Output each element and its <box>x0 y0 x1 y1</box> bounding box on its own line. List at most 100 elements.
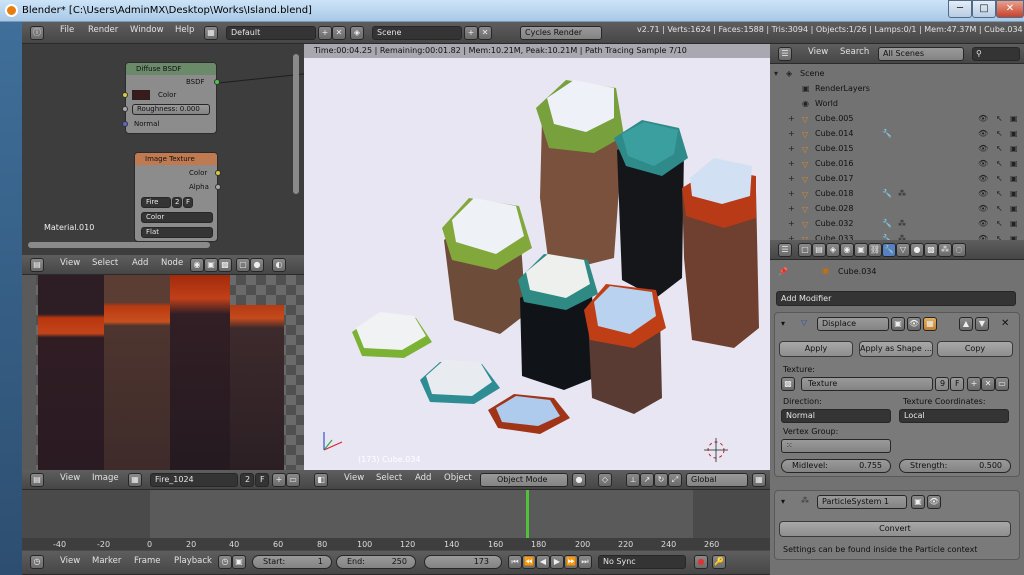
outliner-row-object[interactable]: + ▽ Cube.014 🔧 👁 ↖ ▣ <box>770 126 1024 141</box>
outliner-row-object[interactable]: + ▽ Cube.032 🔧 ⁂ 👁 ↖ ▣ <box>770 216 1024 231</box>
world-icon[interactable]: ● <box>250 258 264 272</box>
texture-new-icon[interactable]: + <box>967 377 981 391</box>
constraints-tab-icon[interactable]: ⛓ <box>868 243 882 257</box>
render-icon[interactable]: ▣ <box>1010 141 1018 156</box>
visibility-icon[interactable]: 👁 <box>978 216 988 231</box>
scene-icon[interactable]: ◈ <box>350 26 364 40</box>
collapse-icon[interactable]: ▾ <box>781 497 785 506</box>
render-icon[interactable]: ▣ <box>1010 216 1018 231</box>
image-editor-type-icon[interactable]: ▤ <box>30 473 44 487</box>
menu-file[interactable]: File <box>60 25 74 35</box>
convert-button[interactable]: Convert <box>779 521 1011 537</box>
orientation-select[interactable]: Global <box>686 473 748 487</box>
render-icon[interactable]: ▣ <box>1010 231 1018 240</box>
remove-modifier-icon[interactable]: ✕ <box>1001 318 1009 329</box>
timeline[interactable] <box>22 490 770 550</box>
select-icon[interactable]: ↖ <box>996 126 1003 141</box>
viewport-menu-select[interactable]: Select <box>376 473 402 483</box>
render-engine-select[interactable]: Cycles Render <box>520 26 602 40</box>
select-icon[interactable]: ↖ <box>996 141 1003 156</box>
texture-fake-user-field[interactable]: F <box>950 377 964 391</box>
pivot-icon[interactable]: ◇ <box>598 473 612 487</box>
shader-icon[interactable]: ◉ <box>190 258 204 272</box>
layout-icon[interactable]: ▦ <box>204 26 218 40</box>
visibility-icon[interactable]: 👁 <box>978 201 988 216</box>
image-fake-user-field[interactable]: F <box>255 473 269 487</box>
node-extra-icon[interactable]: ◐ <box>272 258 286 272</box>
midlevel-field[interactable]: Midlevel: 0.755 <box>781 459 891 473</box>
image-open-icon[interactable]: ▭ <box>286 473 300 487</box>
image-users[interactable]: 2 <box>172 197 182 208</box>
render-icon[interactable]: ▣ <box>1010 156 1018 171</box>
play-icon[interactable]: ▶ <box>550 555 564 569</box>
data-tab-icon[interactable]: ▽ <box>896 243 910 257</box>
current-frame-marker[interactable] <box>526 490 529 540</box>
3d-viewport[interactable]: Time:00:04.25 | Remaining:00:01.82 | Mem… <box>304 44 770 470</box>
copy-button[interactable]: Copy <box>937 341 1013 357</box>
renderlayers-tab-icon[interactable]: ▤ <box>812 243 826 257</box>
node-editor[interactable]: Diffuse BSDF BSDF Color Roughness: 0.000… <box>22 44 306 255</box>
compositing-icon[interactable]: ▣ <box>204 258 218 272</box>
pin-icon[interactable]: 📌 <box>778 267 788 276</box>
vertex-group-field[interactable]: ⁙ <box>781 439 891 453</box>
layout-remove-icon[interactable]: ✕ <box>332 26 346 40</box>
visibility-icon[interactable]: 👁 <box>978 111 988 126</box>
image-name-field[interactable]: Fire_1024 <box>150 473 238 487</box>
select-icon[interactable]: ↖ <box>996 201 1003 216</box>
select-icon[interactable]: ↖ <box>996 171 1003 186</box>
scene-tab-icon[interactable]: ◈ <box>826 243 840 257</box>
node-scrollbar[interactable] <box>28 242 210 248</box>
image-projection-select[interactable]: Color <box>141 212 213 223</box>
menu-help[interactable]: Help <box>175 25 194 35</box>
outliner-row-world[interactable]: ◉ World <box>770 96 1024 111</box>
jump-start-icon[interactable]: ⏮ <box>508 555 522 569</box>
viewport-menu-object[interactable]: Object <box>444 473 472 483</box>
outliner-menu-view[interactable]: View <box>808 47 828 57</box>
outliner-filter-select[interactable]: All Scenes <box>878 47 964 61</box>
image-interp-select[interactable]: Flat <box>141 227 213 238</box>
scene-field[interactable]: Scene <box>372 26 462 40</box>
object-data-icon[interactable]: ▢ <box>236 258 250 272</box>
rotate-icon[interactable]: ↻ <box>654 473 668 487</box>
close-button[interactable]: ✕ <box>996 0 1024 18</box>
translate-icon[interactable]: ↗ <box>640 473 654 487</box>
render-icon[interactable]: ▣ <box>1010 201 1018 216</box>
outliner-row-object[interactable]: + ▽ Cube.017 👁 ↖ ▣ <box>770 171 1024 186</box>
layout-add-icon[interactable]: + <box>318 26 332 40</box>
outliner-row-scene[interactable]: ▾ ◈ Scene <box>770 66 1024 81</box>
scene-add-icon[interactable]: + <box>464 26 478 40</box>
move-up-icon[interactable]: ▲ <box>959 317 973 331</box>
roughness-field[interactable]: Roughness: 0.000 <box>132 104 210 115</box>
viewport-menu-view[interactable]: View <box>344 473 364 483</box>
menu-window[interactable]: Window <box>130 25 164 35</box>
viewport-menu-add[interactable]: Add <box>415 473 431 483</box>
viewport-type-icon[interactable]: ◧ <box>314 473 328 487</box>
texture-field[interactable]: Texture <box>801 377 933 391</box>
select-icon[interactable]: ↖ <box>996 186 1003 201</box>
render-tab-icon[interactable]: ▢ <box>798 243 812 257</box>
timeline-menu-view[interactable]: View <box>60 556 80 566</box>
texture-unlink-icon[interactable]: ✕ <box>981 377 995 391</box>
outliner-row-object[interactable]: + ▽ Cube.016 👁 ↖ ▣ <box>770 156 1024 171</box>
menu-render[interactable]: Render <box>88 25 118 35</box>
direction-select[interactable]: Normal <box>781 409 891 423</box>
play-reverse-icon[interactable]: ◀ <box>536 555 550 569</box>
next-key-icon[interactable]: ⏩ <box>564 555 578 569</box>
bsdf-output-socket[interactable] <box>214 79 220 85</box>
node-menu-select[interactable]: Select <box>92 258 118 268</box>
image-datablock[interactable]: Fire <box>141 197 171 208</box>
color-socket[interactable] <box>122 92 128 98</box>
particle-editmode-icon[interactable]: ▣ <box>911 495 925 509</box>
layout-field[interactable]: Default <box>226 26 316 40</box>
select-icon[interactable]: ↖ <box>996 231 1003 240</box>
editmode-toggle-icon[interactable]: ▣ <box>891 317 905 331</box>
move-down-icon[interactable]: ▼ <box>975 317 989 331</box>
visibility-icon[interactable]: 👁 <box>978 156 988 171</box>
image-menu-view[interactable]: View <box>60 473 80 483</box>
texture-users-field[interactable]: 9 <box>935 377 949 391</box>
viewport-toggle-icon[interactable]: 👁 <box>907 317 921 331</box>
node-menu-node[interactable]: Node <box>161 258 183 268</box>
texture-browse-icon[interactable]: ▩ <box>781 377 795 391</box>
texture-tab-icon[interactable]: ▩ <box>924 243 938 257</box>
lock-range-icon[interactable]: ▣ <box>232 555 246 569</box>
